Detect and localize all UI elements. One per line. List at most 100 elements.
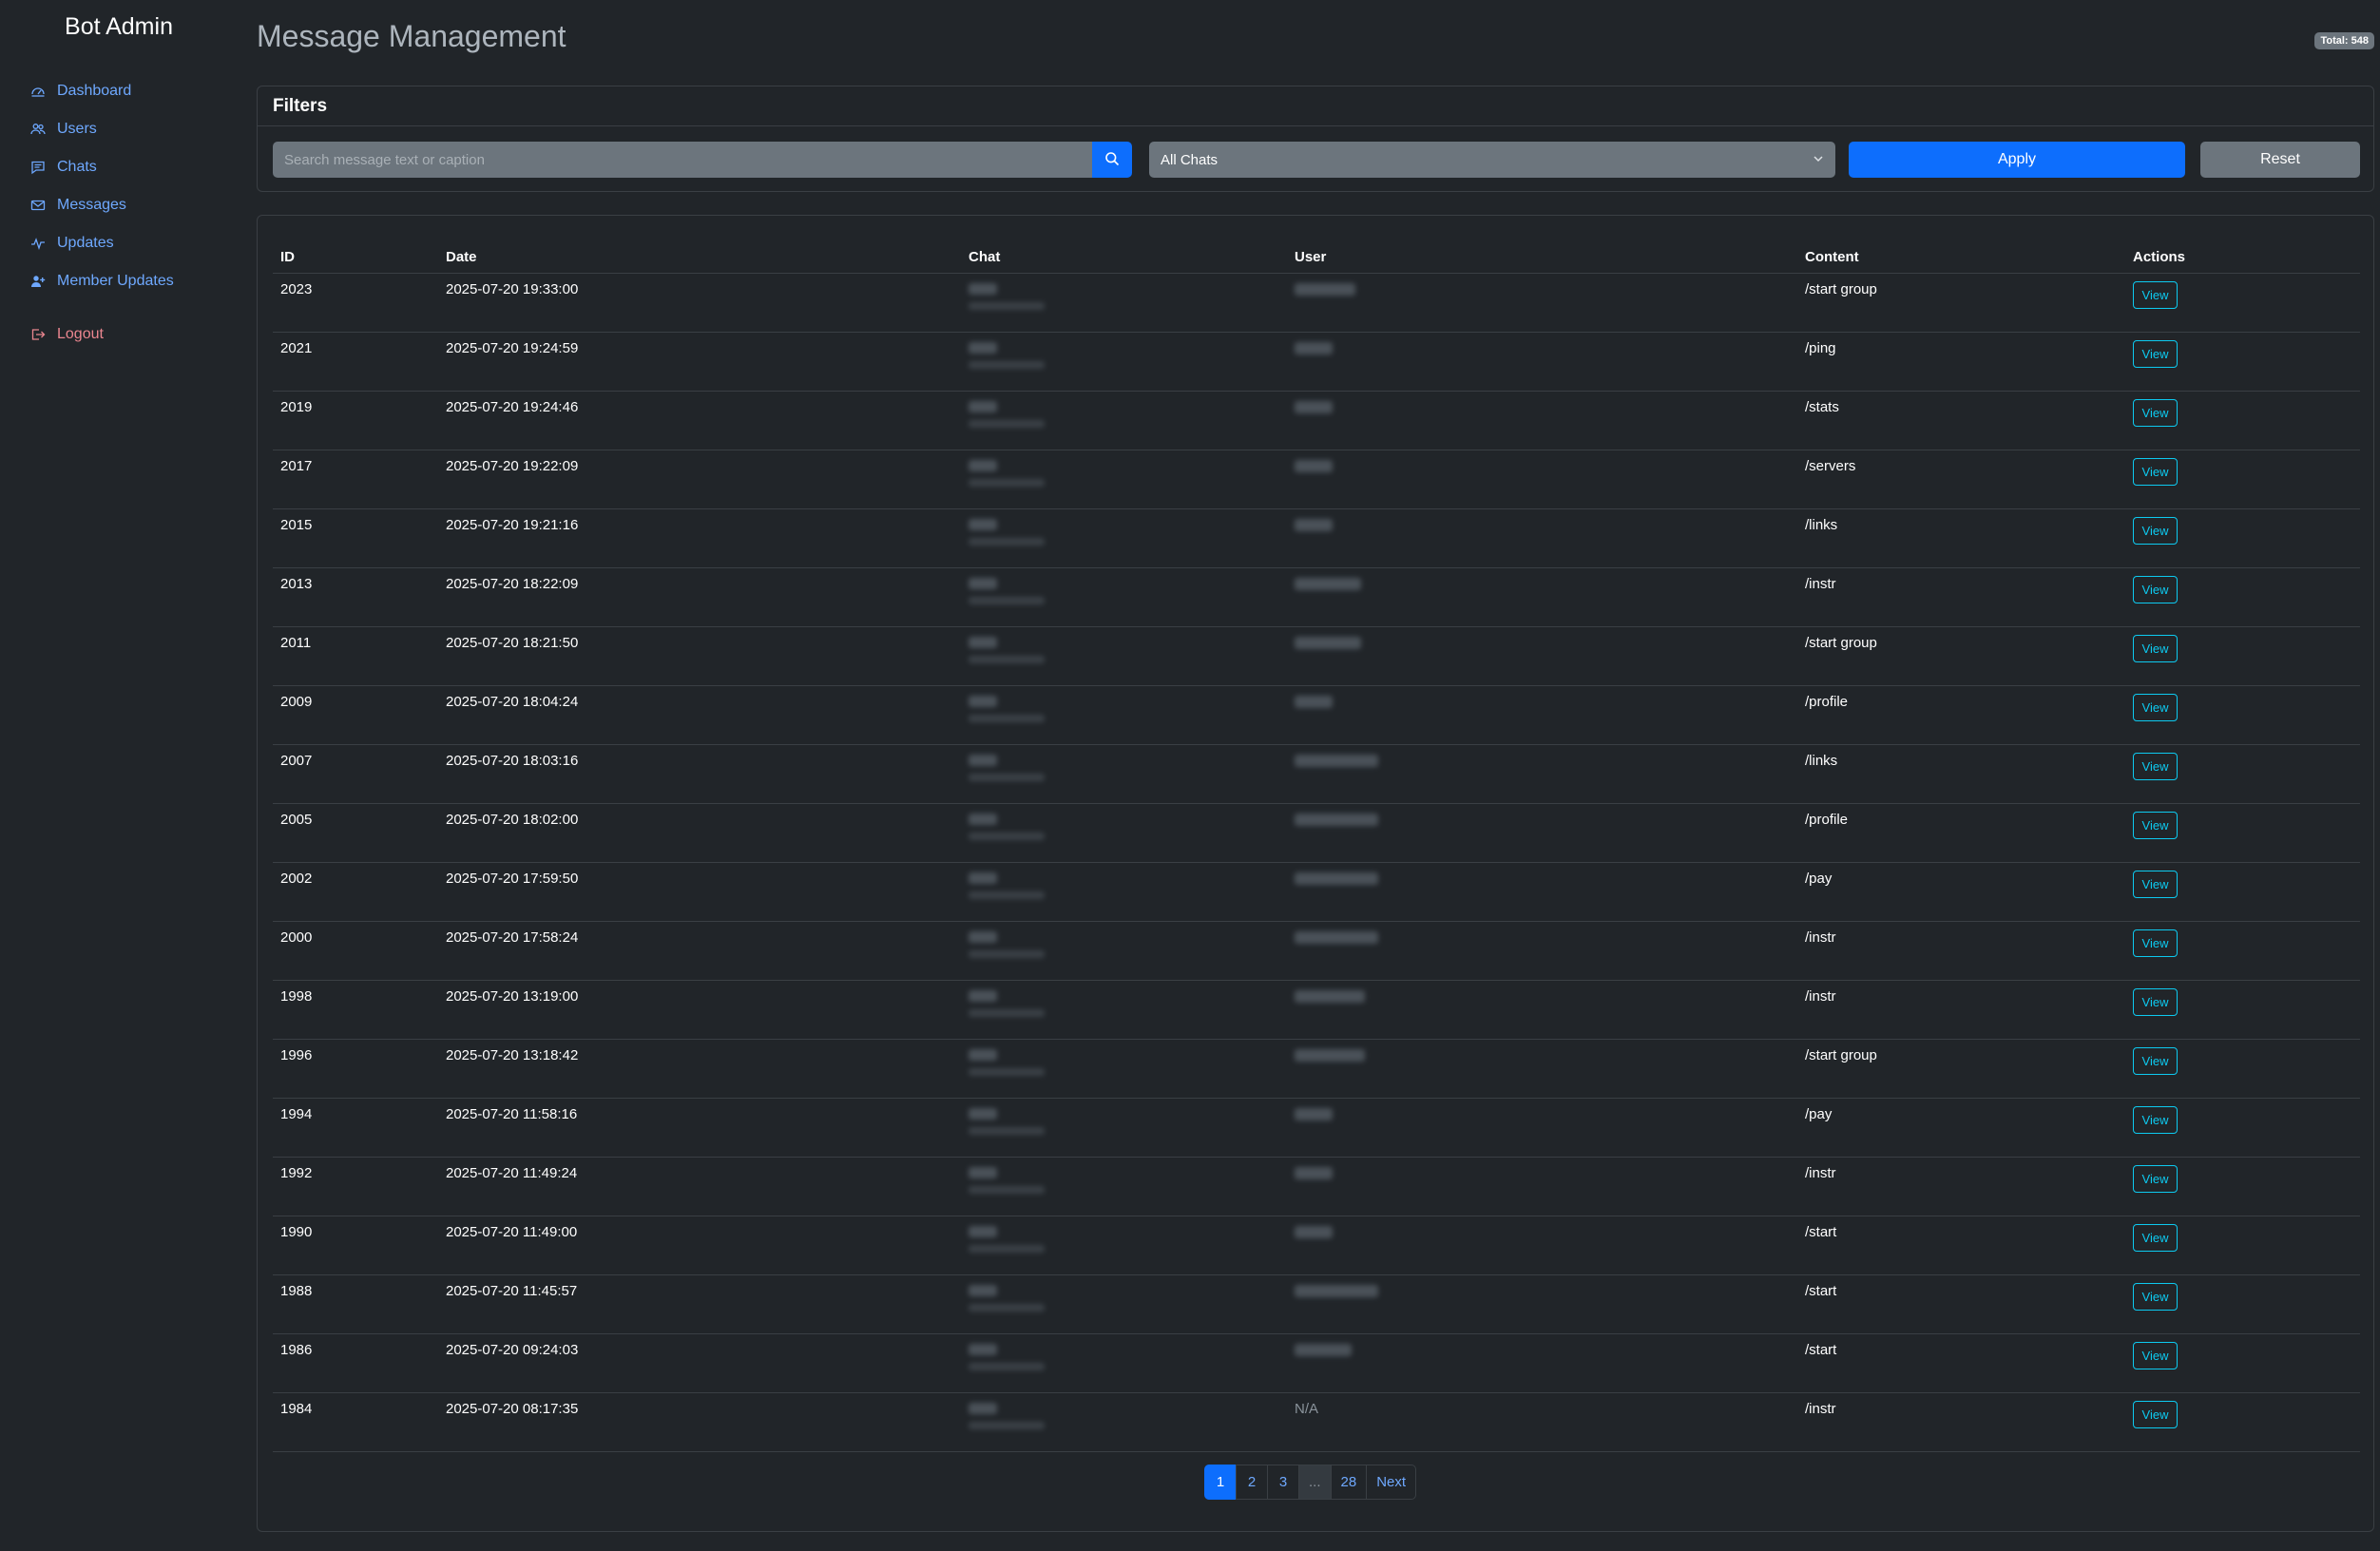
cell-content: /ping [1797,332,2125,392]
search-input[interactable] [273,142,1092,178]
sidebar-item-dashboard[interactable]: Dashboard [29,72,174,110]
redacted-user [1295,813,1378,826]
table-row: 1984 2025-07-20 08:17:35 N/A/instr View [273,1392,2360,1452]
cell-actions: View [2125,332,2360,392]
filters-title: Filters [258,86,2373,126]
view-button[interactable]: View [2133,870,2178,898]
cell-id: 2005 [273,803,438,863]
redacted-chat-id [969,1126,1045,1135]
cell-date: 2025-07-20 09:24:03 [438,1333,961,1393]
cell-chat [961,391,1287,450]
cell-chat [961,1039,1287,1099]
cell-date: 2025-07-20 17:58:24 [438,921,961,981]
table-row: 2023 2025-07-20 19:33:00/start group View [273,273,2360,333]
cell-actions: View [2125,744,2360,804]
cell-chat [961,1392,1287,1452]
view-button[interactable]: View [2133,516,2178,545]
table-row: 2015 2025-07-20 19:21:16/links View [273,508,2360,568]
cell-actions: View [2125,1216,2360,1275]
cell-date: 2025-07-20 13:19:00 [438,980,961,1040]
view-button[interactable]: View [2133,1164,2178,1193]
redacted-chat-title [969,518,997,530]
view-button[interactable]: View [2133,1223,2178,1252]
sidebar-item-users[interactable]: Users [29,110,174,148]
redacted-user [1295,518,1333,531]
view-button[interactable]: View [2133,1341,2178,1369]
view-button[interactable]: View [2133,987,2178,1016]
search-button[interactable] [1092,142,1132,178]
sidebar-item-updates[interactable]: Updates [29,224,174,262]
cell-content: /links [1797,508,2125,568]
view-button[interactable]: View [2133,1400,2178,1428]
cell-chat [961,1157,1287,1216]
page-link-3[interactable]: 3 [1267,1465,1299,1500]
cell-id: 1994 [273,1098,438,1158]
cell-actions: View [2125,1333,2360,1393]
page-next-button[interactable]: Next [1366,1465,1417,1500]
view-button[interactable]: View [2133,1282,2178,1311]
cell-content: /instr [1797,980,2125,1040]
brand-title: Bot Admin [65,13,173,40]
redacted-chat-title [969,1343,997,1355]
cell-chat [961,921,1287,981]
sidebar-item-messages[interactable]: Messages [29,186,174,224]
cell-content: /profile [1797,685,2125,745]
logout-icon [29,325,48,344]
cell-date: 2025-07-20 18:02:00 [438,803,961,863]
user-value: N/A [1295,1400,1319,1417]
cell-date: 2025-07-20 17:59:50 [438,862,961,922]
search-group [273,142,1132,178]
cell-actions: View [2125,1157,2360,1216]
sidebar-item-label: Dashboard [57,83,132,99]
cell-actions: View [2125,1098,2360,1158]
cell-chat [961,1274,1287,1334]
view-button[interactable]: View [2133,1105,2178,1134]
cell-user [1287,744,1797,804]
view-button[interactable]: View [2133,575,2178,603]
view-button[interactable]: View [2133,752,2178,780]
sidebar-item-chats[interactable]: Chats [29,148,174,186]
page-link-1[interactable]: 1 [1204,1465,1237,1500]
cell-id: 2015 [273,508,438,568]
redacted-chat-id [969,419,1045,428]
page-link-2[interactable]: 2 [1236,1465,1268,1500]
cell-id: 1984 [273,1392,438,1452]
cell-chat [961,567,1287,627]
redacted-chat-title [969,1225,997,1237]
table-row: 1996 2025-07-20 13:18:42/start group View [273,1039,2360,1099]
reset-button[interactable]: Reset [2200,142,2360,178]
redacted-chat-id [969,596,1045,604]
cell-id: 2017 [273,450,438,509]
redacted-chat-id [969,1421,1045,1429]
cell-content: /start group [1797,273,2125,333]
view-button[interactable]: View [2133,811,2178,839]
column-header-user: User [1287,235,1797,274]
view-button[interactable]: View [2133,1046,2178,1075]
table-row: 2009 2025-07-20 18:04:24/profile View [273,685,2360,745]
column-header-chat: Chat [961,235,1287,274]
cell-chat [961,273,1287,333]
view-button[interactable]: View [2133,398,2178,427]
view-button[interactable]: View [2133,457,2178,486]
sidebar-item-logout[interactable]: Logout [29,316,174,354]
view-button[interactable]: View [2133,634,2178,662]
cell-chat [961,1216,1287,1275]
table-row: 1998 2025-07-20 13:19:00/instr View [273,980,2360,1040]
sidebar-item-member-updates[interactable]: Member Updates [29,262,174,300]
view-button[interactable]: View [2133,280,2178,309]
cell-actions: View [2125,626,2360,686]
apply-button[interactable]: Apply [1849,142,2185,178]
pagination: 1 2 3 ... 28 Next [1204,1465,1417,1500]
page-link-28[interactable]: 28 [1330,1465,1368,1500]
view-button[interactable]: View [2133,693,2178,721]
chat-select[interactable]: All Chats [1149,142,1835,178]
view-button[interactable]: View [2133,339,2178,368]
redacted-chat-id [969,1008,1045,1017]
cell-chat [961,332,1287,392]
cell-chat [961,980,1287,1040]
redacted-user [1295,341,1333,354]
cell-user [1287,1216,1797,1275]
redacted-chat-id [969,1067,1045,1076]
view-button[interactable]: View [2133,929,2178,957]
column-header-content: Content [1797,235,2125,274]
